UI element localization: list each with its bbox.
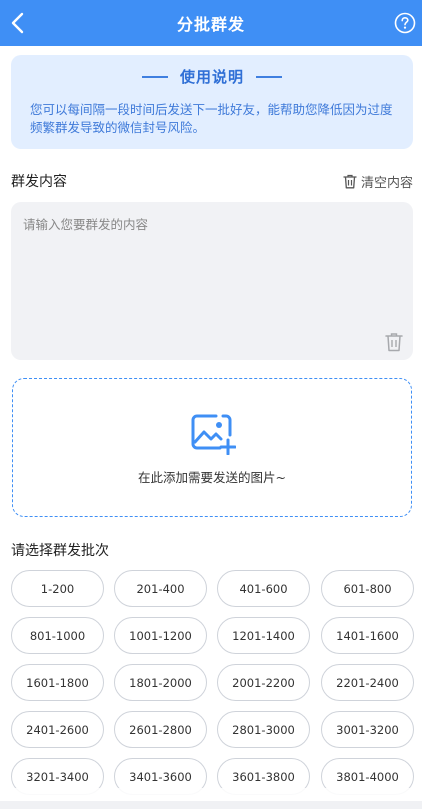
batch-option-button[interactable]: 2601-2800 <box>114 711 207 748</box>
batch-option-button[interactable]: 1601-1800 <box>11 664 104 701</box>
batch-option-button[interactable]: 601-800 <box>321 570 414 607</box>
content-section-header: 群发内容 清空内容 <box>11 171 413 191</box>
clear-content-button[interactable]: 清空内容 <box>343 172 413 191</box>
batch-option-button[interactable]: 3001-3200 <box>321 711 414 748</box>
batch-option-button[interactable]: 201-400 <box>114 570 207 607</box>
message-content-input[interactable] <box>11 202 413 360</box>
usage-notice-card: 使用说明 您可以每间隔一段时间后发送下一批好友，能帮助您降低因为过度频繁群发导致… <box>11 55 413 149</box>
batch-option-button[interactable]: 1001-1200 <box>114 617 207 654</box>
batch-option-button[interactable]: 801-1000 <box>11 617 104 654</box>
delete-icon[interactable] <box>385 332 403 352</box>
batch-option-button[interactable]: 1-200 <box>11 570 104 607</box>
batch-option-button[interactable]: 2801-3000 <box>217 711 310 748</box>
add-image-dropzone[interactable]: 在此添加需要发送的图片~ <box>12 378 412 517</box>
message-content-box <box>11 202 413 360</box>
batch-section-title: 请选择群发批次 <box>11 543 109 559</box>
batch-option-button[interactable]: 1201-1400 <box>217 617 310 654</box>
back-arrow-icon[interactable] <box>6 10 32 36</box>
batch-option-button[interactable]: 2001-2200 <box>217 664 310 701</box>
help-icon[interactable] <box>394 12 416 34</box>
content-section-title: 群发内容 <box>11 174 67 190</box>
top-app-bar: 分批群发 <box>0 0 422 46</box>
batch-option-button[interactable]: 2401-2600 <box>11 711 104 748</box>
bottom-bar <box>0 801 422 809</box>
add-image-label: 在此添加需要发送的图片~ <box>138 470 286 485</box>
clear-content-label: 清空内容 <box>360 175 413 191</box>
divider <box>141 75 168 78</box>
add-image-icon <box>191 414 236 455</box>
batch-option-button[interactable]: 401-600 <box>217 570 310 607</box>
notice-text: 您可以每间隔一段时间后发送下一批好友，能帮助您降低因为过度频繁群发导致的微信封号… <box>30 102 393 135</box>
trash-icon <box>343 174 357 188</box>
notice-title-row: 使用说明 <box>11 66 413 87</box>
batch-option-button[interactable]: 2201-2400 <box>321 664 414 701</box>
notice-title: 使用说明 <box>179 68 244 86</box>
batch-option-button[interactable]: 1801-2000 <box>114 664 207 701</box>
page-title: 分批群发 <box>176 15 245 34</box>
batch-option-button[interactable]: 1401-1600 <box>321 617 414 654</box>
divider <box>256 75 282 78</box>
